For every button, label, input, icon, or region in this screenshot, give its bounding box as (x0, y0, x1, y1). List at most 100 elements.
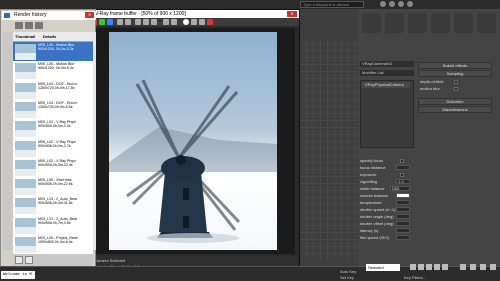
shutter-offset-spinner[interactable] (396, 221, 410, 226)
refresh-icon[interactable] (15, 22, 23, 29)
focus-distance-spinner[interactable] (396, 165, 410, 170)
render-icon[interactable] (183, 19, 189, 25)
save-icon[interactable] (135, 19, 141, 25)
render-history-row[interactable]: M03_L13 - 2_Auto_Bear 900x506,0h,7m,0.5s (13, 215, 93, 237)
clear-icon[interactable] (143, 19, 149, 25)
play-icon[interactable] (426, 264, 432, 270)
render-details-info: 900x1200, 0h,0m,5.3s (38, 47, 74, 51)
link-icon[interactable] (199, 19, 205, 25)
rollout-sampling[interactable]: Sampling (418, 70, 492, 77)
load-icon[interactable] (15, 256, 23, 264)
render-thumbnail (15, 121, 36, 138)
mono-icon[interactable] (125, 19, 131, 25)
render-history-row[interactable]: M05_L04 - DOF - End.m 1280x720,0h,0m,5.5s (13, 99, 93, 121)
star-icon[interactable] (389, 1, 395, 7)
specify-focus-checkbox[interactable] (400, 159, 404, 163)
render-history-row[interactable]: M05_L03 - V-Ray Physi 900x506,0h,0m,2.0s (13, 119, 93, 141)
render-history-footer (13, 254, 93, 266)
vfb-toolbar (87, 18, 299, 26)
viewport-grid (300, 40, 358, 260)
render-details-info: 1280x720,0h,0m,5.5s (38, 104, 73, 109)
render-history-row[interactable]: M05_L05 - Motion Blur 900x1200, 0h,0m,5.3… (13, 61, 93, 83)
modifier-stack[interactable] (360, 80, 414, 148)
render-details: M03_L13 - 2_Auto_Bear 900x506,0h,7m,0.5s (38, 217, 93, 236)
vignetting-spinner[interactable]: 1.0 (396, 179, 410, 184)
render-history-row[interactable]: M03_L09 - Project_Rese 1000x800,0h,3m,6.0… (13, 235, 93, 256)
render-details-info: 900x506,0h,0m,23.4s (38, 162, 73, 167)
column-thumbnail[interactable]: Thumbnail (15, 32, 35, 42)
film-speed-spinner[interactable] (396, 235, 410, 240)
modifier-list-dropdown[interactable]: Modifier List (360, 70, 414, 76)
render-thumbnail (15, 159, 36, 176)
auto-key-label[interactable]: Auto Key (340, 269, 356, 274)
object-name-field[interactable]: VRayCamera001 (360, 61, 414, 67)
maximize-viewport-icon[interactable] (490, 264, 496, 270)
duplicate-icon[interactable] (151, 19, 157, 25)
go-to-start-icon[interactable] (410, 264, 416, 270)
render-history-row[interactable]: M05_L04 - DOF - End.m 1280x720,0h,0m,17.5… (13, 80, 93, 102)
vfb-canvas[interactable] (91, 28, 295, 254)
render-details: M03_L09 - Project_Rese 1000x800,0h,3m,6.0… (38, 236, 93, 255)
stop-icon[interactable] (191, 19, 197, 25)
render-details: M05_L05 - Motion Blur 900x1200, 0h,0m,5.3… (38, 62, 93, 81)
exposure-checkbox[interactable] (400, 173, 404, 177)
render-thumbnail (15, 140, 36, 157)
track-mouse-icon[interactable] (171, 19, 177, 25)
render-history-row[interactable]: M05_L02 - V-Ray Physi 900x506,0h,0m,23.4s (13, 157, 93, 179)
vfb-title: V-Ray frame buffer - [50% of 900 x 1200] (87, 10, 299, 18)
dof-checkbox[interactable] (454, 80, 458, 84)
rollout-distortion[interactable]: Distortion (418, 98, 492, 105)
search-input[interactable]: Type a keyword or phrase (300, 1, 364, 8)
render-details: M05_L02 - V-Ray Physi 900x506,0h,0m,2.7s (38, 140, 93, 159)
column-details[interactable]: Details (43, 32, 56, 42)
rollout-bokeh[interactable]: Bokeh effects (418, 62, 492, 69)
question-icon[interactable] (407, 1, 413, 7)
alpha-channel-icon[interactable] (117, 19, 123, 25)
render-thumbnail (15, 179, 36, 196)
render-history-window: Render history ✕ Thumbnail Details M05_L… (0, 9, 96, 267)
render-history-row[interactable]: M05_L05 - Motion Blur 900x1200, 0h,0m,5.3… (13, 42, 93, 63)
shutter-speed-spinner[interactable] (396, 207, 410, 212)
latency-spinner[interactable] (396, 228, 410, 233)
region-render-icon[interactable] (163, 19, 169, 25)
key-filters-button[interactable]: Key Filters... (404, 275, 426, 280)
green-channel-icon[interactable] (99, 19, 105, 25)
temperature-spinner[interactable] (396, 200, 410, 205)
blue-channel-icon[interactable] (107, 19, 113, 25)
modifier-stack-item[interactable]: VRayPhysicalCamera (362, 82, 410, 88)
rollout-misc[interactable]: Miscellaneous (418, 106, 492, 113)
command-panel-tabs[interactable] (362, 13, 496, 57)
render-details-info: 900x506,0h,0m,22.9s (38, 182, 73, 187)
maxscript-listener[interactable]: Welcome to M (1, 271, 35, 279)
previous-frame-icon[interactable] (418, 264, 424, 270)
folder-icon[interactable] (25, 22, 33, 29)
windmill-render (109, 79, 277, 243)
custom-balance-swatch[interactable] (396, 193, 410, 198)
set-key-label[interactable]: Set Key (340, 275, 354, 280)
status-bar: Auto Key Set Key Key Filters... (0, 266, 500, 281)
shutter-angle-spinner[interactable] (396, 214, 410, 219)
delete-icon[interactable] (35, 22, 43, 29)
zoom-icon[interactable] (460, 264, 466, 270)
motion-blur-checkbox[interactable] (454, 87, 458, 91)
render-history-row[interactable]: M05_L09 - Start.max 900x506,0h,0m,22.9s (13, 177, 93, 199)
render-details-info: 1000x800,0h,3m,6.0s (38, 240, 73, 244)
pan-icon[interactable] (470, 264, 476, 270)
selected-dropdown[interactable]: Selected (366, 264, 400, 271)
white-balance-dropdown[interactable]: D65 (390, 186, 410, 191)
user-icon[interactable] (398, 1, 404, 7)
vfb-close-button[interactable]: ✕ (287, 11, 297, 17)
render-history-row[interactable]: M03_L13 - 2_Auto_Bear 900x506,0h,4m,41.5s (13, 196, 93, 218)
render-history-header: Thumbnail Details (13, 32, 95, 42)
orbit-icon[interactable] (480, 264, 486, 270)
render-history-close-button[interactable]: ✕ (85, 12, 94, 18)
go-to-end-icon[interactable] (442, 264, 448, 270)
interactive-icon[interactable] (207, 19, 213, 25)
compare-icon[interactable] (25, 256, 33, 264)
next-frame-icon[interactable] (434, 264, 440, 270)
render-history-scrollbar[interactable] (93, 32, 96, 250)
render-history-row[interactable]: M05_L02 - V-Ray Physi 900x506,0h,0m,2.7s (13, 138, 93, 160)
render-details: M05_L04 - DOF - End.m 1280x720,0h,0m,17.5… (38, 82, 93, 101)
render-details-info: 1280x720,0h,0m,17.5s (38, 85, 75, 90)
help-icon[interactable] (380, 1, 386, 7)
